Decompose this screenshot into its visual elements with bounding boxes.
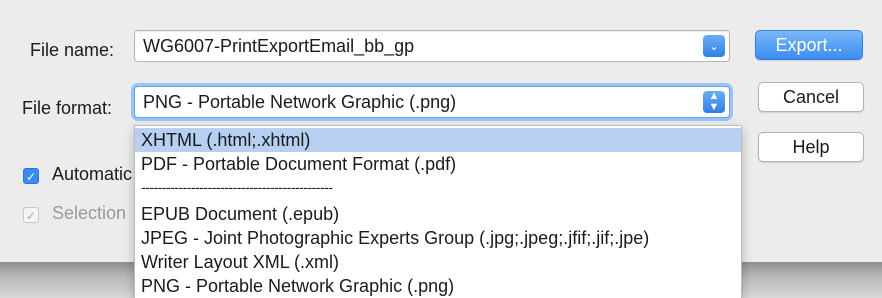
updown-chevron-icon[interactable]: ▲ ▼ <box>703 91 725 113</box>
format-option-xhtml[interactable]: XHTML (.html;.xhtml) <box>135 128 741 152</box>
format-option-xml[interactable]: Writer Layout XML (.xml) <box>135 250 741 274</box>
file-format-dropdown-list[interactable]: XHTML (.html;.xhtml) PDF - Portable Docu… <box>134 125 742 298</box>
export-button[interactable]: Export... <box>755 30 863 60</box>
selection-checkbox: ✓ <box>23 207 39 223</box>
format-option-jpeg[interactable]: JPEG - Joint Photographic Experts Group … <box>135 226 741 250</box>
help-button[interactable]: Help <box>758 132 864 162</box>
automatic-checkbox[interactable]: ✓ <box>23 168 39 184</box>
format-option-epub[interactable]: EPUB Document (.epub) <box>135 202 741 226</box>
selection-label: Selection <box>52 203 127 223</box>
file-format-value: PNG - Portable Network Graphic (.png) <box>143 92 457 112</box>
file-format-select[interactable]: PNG - Portable Network Graphic (.png) ▲ ▼ <box>134 86 730 118</box>
cancel-button[interactable]: Cancel <box>758 82 864 112</box>
automatic-label: Automatic <box>52 164 133 184</box>
chevron-down-icon[interactable]: ⌄ <box>703 35 725 57</box>
checkmark-icon: ✓ <box>25 170 37 184</box>
file-name-label: File name: <box>30 40 115 60</box>
format-option-pdf[interactable]: PDF - Portable Document Format (.pdf) <box>135 152 741 176</box>
file-name-input[interactable]: WG6007-PrintExportEmail_bb_gp ⌄ <box>134 30 730 62</box>
format-option-separator: ----------------------------------------… <box>141 179 333 195</box>
file-format-label: File format: <box>22 98 113 118</box>
checkmark-icon: ✓ <box>25 209 37 223</box>
format-option-png[interactable]: PNG - Portable Network Graphic (.png) <box>135 274 741 298</box>
file-name-value: WG6007-PrintExportEmail_bb_gp <box>143 36 415 56</box>
